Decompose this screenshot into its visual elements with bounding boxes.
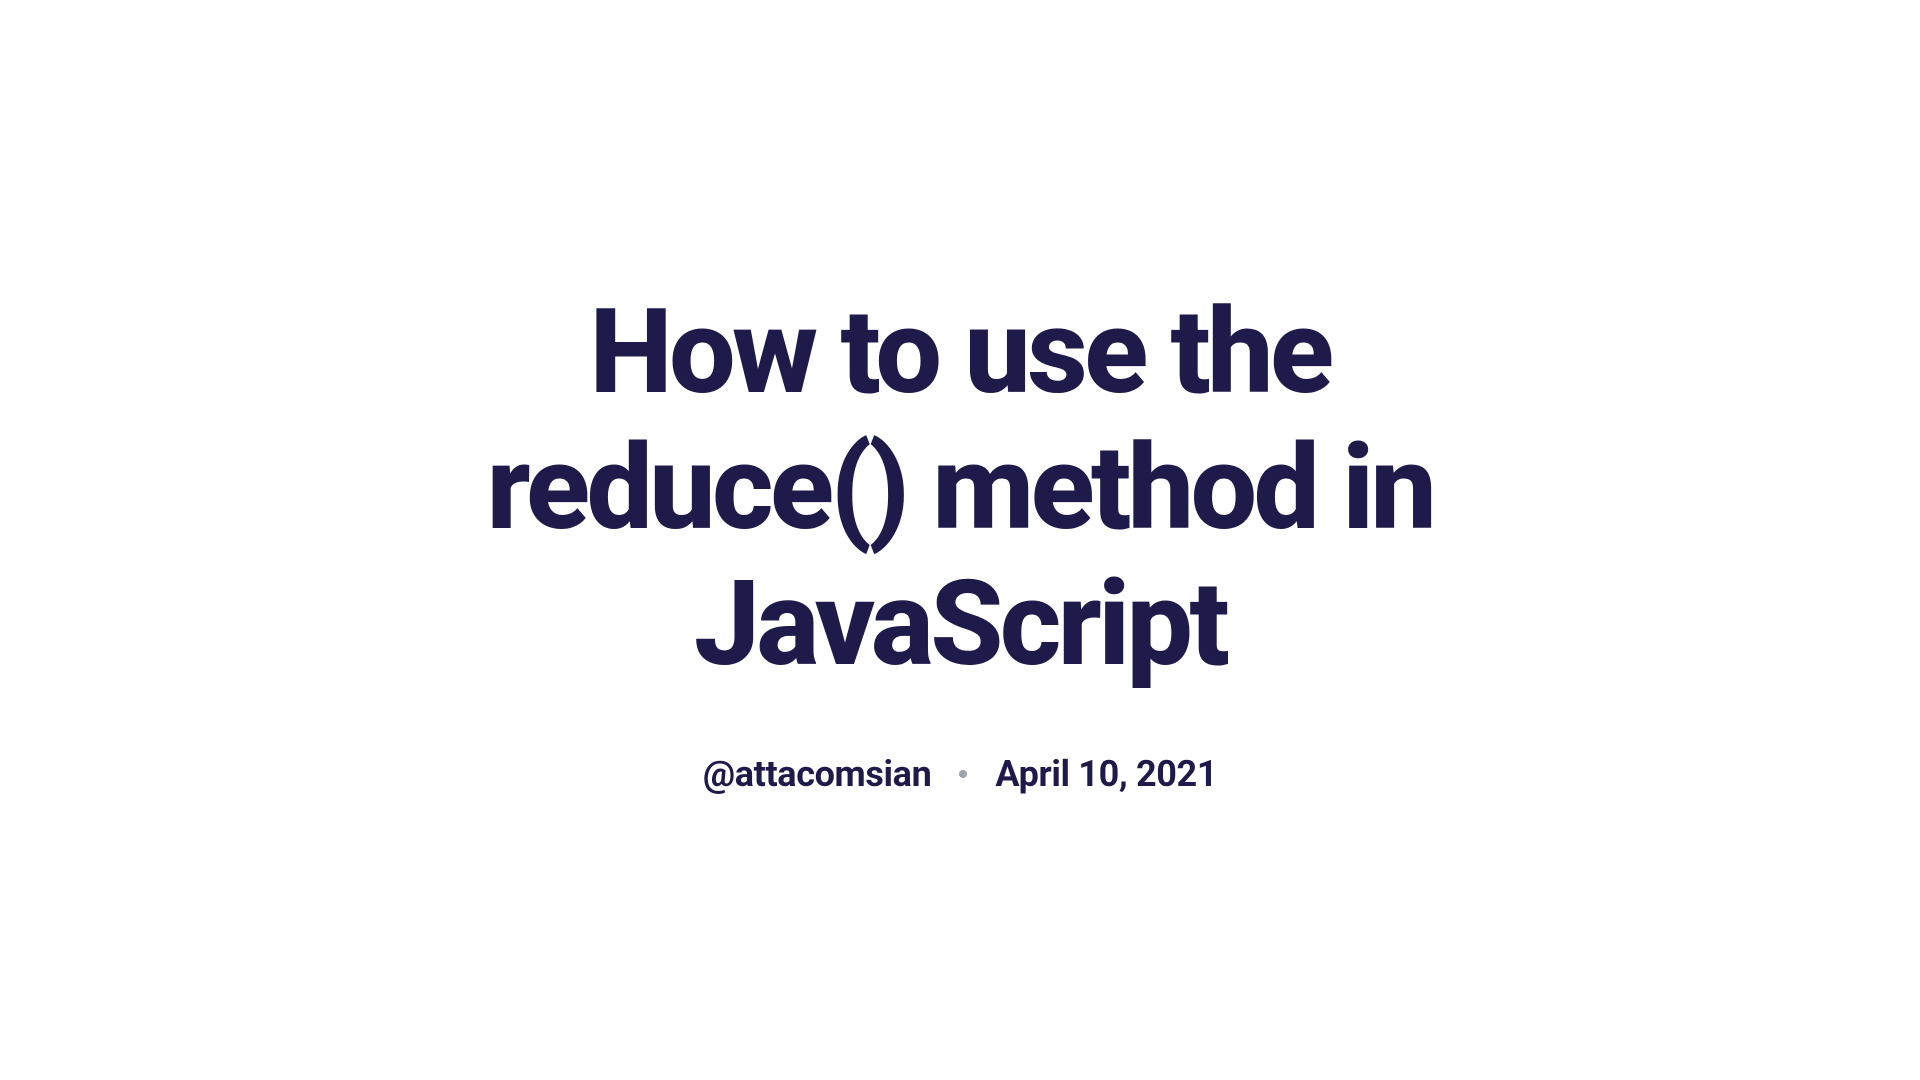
dot-separator-icon [959, 770, 967, 778]
article-card: How to use the reduce() method in JavaSc… [360, 285, 1560, 794]
article-title: How to use the reduce() method in JavaSc… [400, 285, 1520, 692]
article-author: @attacomsian [703, 753, 932, 795]
article-meta: @attacomsian April 10, 2021 [400, 753, 1520, 795]
article-date: April 10, 2021 [995, 753, 1217, 795]
